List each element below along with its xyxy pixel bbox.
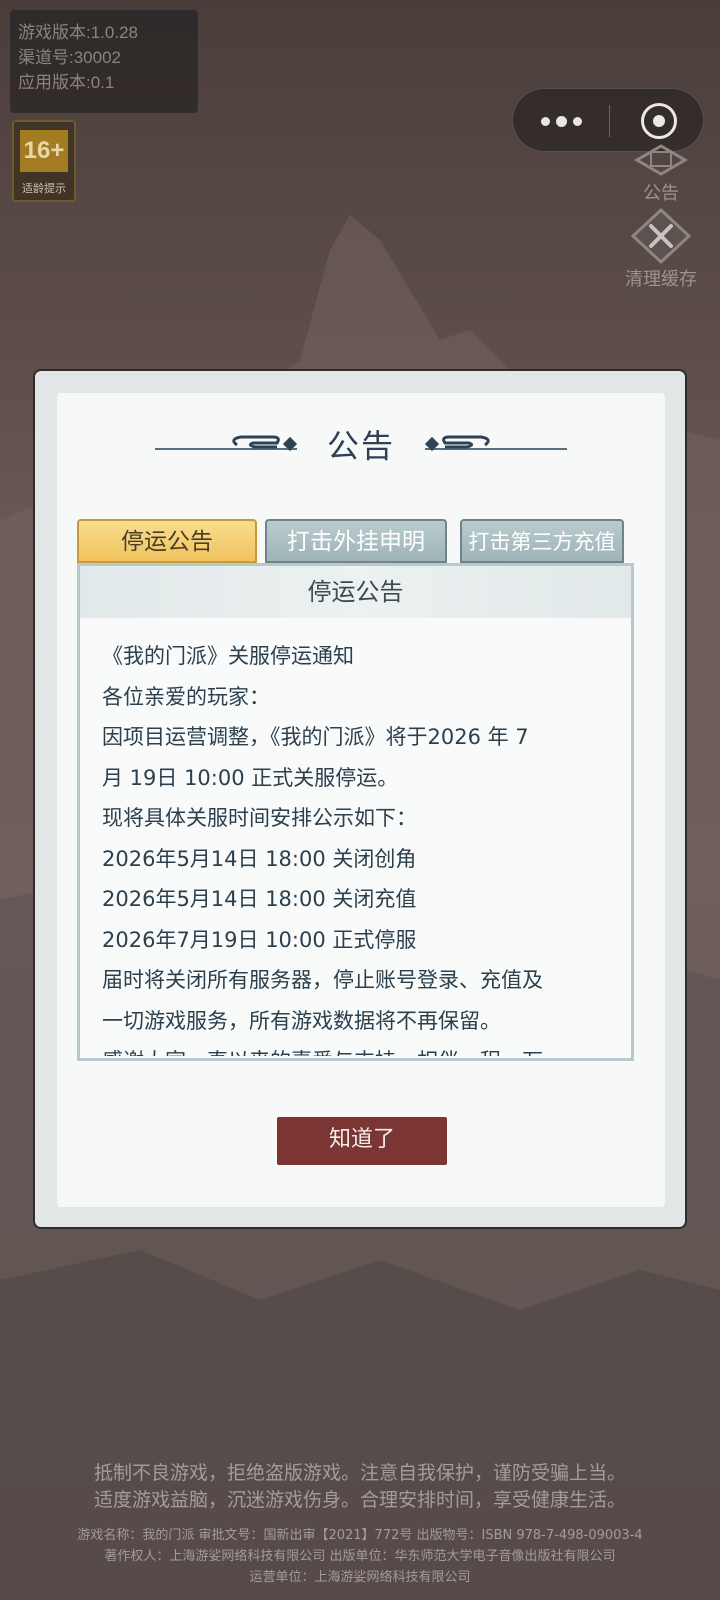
content-title: 停运公告 (80, 566, 631, 618)
age-rating-value: 16+ (20, 130, 68, 172)
acknowledge-button[interactable]: 知道了 (277, 1117, 447, 1165)
license-info-line-1: 游戏名称：我的门派 审批文号：国新出审【2021】772号 出版物号：ISBN … (77, 1528, 643, 1543)
age-rating-badge[interactable]: 16+ 适龄提示 (12, 120, 76, 202)
wrench-icon (630, 207, 692, 265)
announcement-line: 月 19日 10:00 正式关服停运。 (102, 765, 399, 790)
notice-button[interactable]: 公告 (618, 142, 704, 205)
announcement-modal: 公告 停运公告 打击外挂申明 打击第三方充值 停运公告 《我的门派》关服停运通知… (33, 369, 687, 1229)
clear-cache-button[interactable]: 清理缓存 (618, 207, 704, 291)
announcement-line: 《我的门派》关服停运通知 (102, 644, 354, 668)
announcement-content[interactable]: 停运公告 《我的门派》关服停运通知 各位亲爱的玩家： 因项目运营调整，《我的门派… (77, 563, 634, 1061)
modal-title: 公告 (326, 427, 395, 465)
announcement-text[interactable]: 《我的门派》关服停运通知 各位亲爱的玩家： 因项目运营调整，《我的门派》将于20… (102, 636, 622, 1056)
notice-label: 公告 (643, 183, 679, 204)
modal-title-bar: 公告 (57, 421, 665, 471)
announcement-line: 届时将关闭所有服务器，停止账号登录、充值及 (102, 968, 543, 992)
health-notice-line-1: 抵制不良游戏，拒绝盗版游戏。注意自我保护，谨防受骗上当。 (93, 1462, 626, 1484)
more-dot-icon (572, 116, 582, 126)
announcement-line: 一切游戏服务，所有游戏数据将不再保留。 (102, 1008, 501, 1033)
age-rating-label: 适龄提示 (22, 182, 66, 195)
health-notice-line-2: 适度游戏益脑，沉迷游戏伤身。合理安排时间，享受健康生活。 (93, 1489, 626, 1511)
announcement-line: 各位亲爱的玩家： (102, 684, 270, 709)
license-info-line-3: 运营单位：上海游娑网络科技有限公司 (249, 1570, 471, 1585)
more-dot-icon (540, 116, 550, 126)
close-miniprogram-button[interactable] (641, 103, 677, 139)
announcement-line: 因项目运营调整，《我的门派》将于2026 年 7 (102, 725, 529, 749)
announcement-modal-inner: 公告 停运公告 打击外挂申明 打击第三方充值 停运公告 《我的门派》关服停运通知… (57, 393, 665, 1207)
announcement-line: 2026年5月14日 18:00 关闭创角 (102, 846, 417, 871)
game-version-text: 游戏版本:1.0.28 (18, 23, 138, 42)
tab-third-party-recharge[interactable]: 打击第三方充值 (460, 519, 624, 563)
announcement-line: 感谢大家一直以来的喜爱与支持，相伴一程，万 (102, 1041, 622, 1056)
version-info-panel: 游戏版本:1.0.28 渠道号:30002 应用版本:0.1 (10, 10, 198, 113)
tab-anti-cheat-statement[interactable]: 打击外挂申明 (265, 519, 447, 563)
capsule-divider (609, 105, 610, 137)
announcement-line: 2026年7月19日 10:00 正式停服 (102, 927, 417, 952)
app-version-text: 应用版本:0.1 (18, 73, 115, 92)
tab-shutdown-notice[interactable]: 停运公告 (77, 519, 257, 563)
announcement-line: 2026年5月14日 18:00 关闭充值 (102, 887, 417, 911)
notice-icon (634, 144, 688, 176)
clear-cache-label: 清理缓存 (625, 269, 697, 290)
more-menu-button[interactable] (513, 89, 609, 153)
announcement-line: 现将具体关服时间安排公示如下： (102, 806, 417, 830)
channel-text: 渠道号:30002 (18, 48, 121, 67)
more-dot-icon (555, 115, 567, 127)
license-info-line-2: 著作权人：上海游娑网络科技有限公司 出版单位：华东师范大学电子音像出版社有限公司 (104, 1549, 616, 1564)
